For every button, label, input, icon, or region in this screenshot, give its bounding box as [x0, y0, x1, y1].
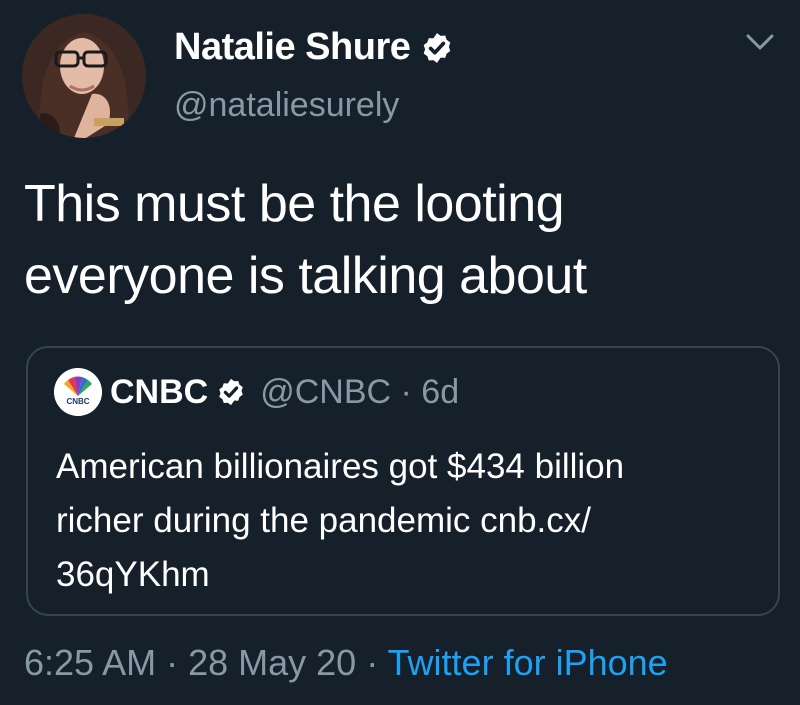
tweet-text-line: This must be the looting	[24, 175, 565, 233]
verified-check-icon	[219, 378, 243, 406]
verified-check-icon	[424, 32, 451, 63]
author-handle[interactable]: @nataliesurely	[174, 86, 399, 125]
author-name-row[interactable]: Natalie Shure	[174, 26, 454, 69]
tweet-text-line: everyone is talking about	[24, 247, 587, 305]
tweet-date[interactable]: 28 May 20	[188, 642, 356, 683]
avatar-image	[22, 14, 146, 138]
tweet-time[interactable]: 6:25 AM	[24, 642, 156, 683]
quoted-handle-time: @CNBC · 6d	[260, 372, 460, 411]
author-display-name[interactable]: Natalie Shure	[174, 26, 411, 69]
svg-text:CNBC: CNBC	[66, 397, 89, 406]
tweet-metadata: 6:25 AM · 28 May 20 · Twitter for iPhone	[24, 642, 668, 684]
chevron-down-icon[interactable]	[742, 30, 778, 54]
tweet-text: This must be the looting everyone is tal…	[24, 168, 764, 312]
quoted-tweet-text: American billionaires got $434 billion r…	[56, 440, 756, 602]
quoted-text-line: 36qYKhm	[56, 555, 210, 594]
quoted-text-line: richer during the pandemic cnb.cx/	[56, 501, 591, 540]
separator-dot: ·	[156, 642, 189, 683]
quoted-tweet-header: CNBC CNBC @CNBC · 6d	[54, 368, 459, 416]
quoted-text-line: American billionaires got $434 billion	[56, 447, 625, 486]
tweet-detail: Natalie Shure @nataliesurely This must b…	[0, 0, 800, 705]
quoted-tweet-card[interactable]: CNBC CNBC @CNBC · 6d American billionair…	[26, 346, 780, 616]
author-avatar[interactable]	[22, 14, 146, 138]
quoted-display-name: CNBC	[110, 372, 209, 411]
tweet-source-link[interactable]: Twitter for iPhone	[388, 642, 668, 683]
cnbc-peacock-logo-icon: CNBC	[54, 368, 102, 416]
separator-dot: ·	[356, 642, 388, 683]
